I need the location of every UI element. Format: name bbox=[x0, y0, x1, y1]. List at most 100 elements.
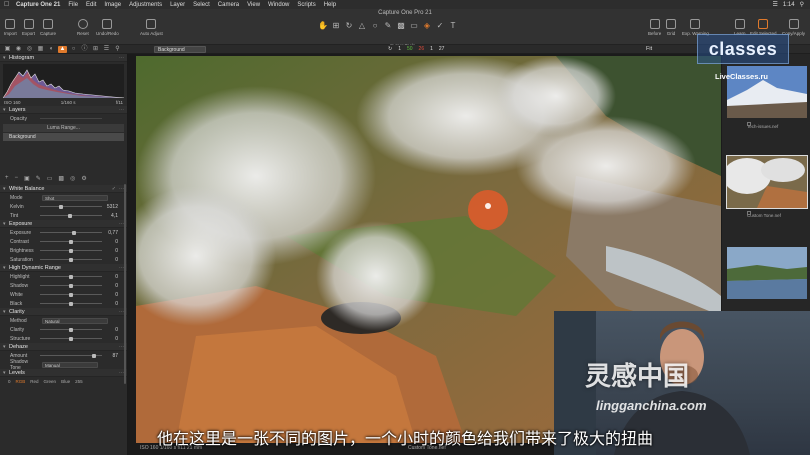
reset-button[interactable]: Reset bbox=[77, 19, 89, 36]
exposure-slider-value[interactable]: 0 bbox=[115, 257, 118, 263]
crop-tool-icon[interactable]: ⊞ bbox=[331, 21, 341, 30]
clock[interactable]: 1:14 bbox=[783, 2, 795, 8]
menu-view[interactable]: View bbox=[243, 2, 264, 8]
luma-range-button[interactable]: Luma Range... bbox=[3, 124, 124, 132]
thumbnail-2-checkbox[interactable] bbox=[747, 211, 751, 215]
white-balance-header[interactable]: ▾ White Balance ✓ ⋯ bbox=[0, 185, 127, 193]
add-layer-icon[interactable]: + bbox=[5, 175, 9, 181]
clarity-method-select[interactable]: Natural bbox=[42, 317, 108, 324]
exposure-header[interactable]: ▾ Exposure ⋯ bbox=[0, 220, 127, 228]
clarity-header[interactable]: ▾ Clarity ⋯ bbox=[0, 308, 127, 316]
brush-icon[interactable]: ✎ bbox=[36, 175, 41, 182]
details-tab-icon[interactable]: ○ bbox=[69, 46, 78, 53]
eraser-icon[interactable]: ▭ bbox=[47, 175, 53, 182]
hdr-slider-value[interactable]: 0 bbox=[115, 274, 118, 280]
tab-rgb[interactable]: RGB bbox=[16, 379, 26, 384]
remove-layer-icon[interactable]: − bbox=[15, 175, 19, 181]
pipette-tool-icon[interactable]: ✓ bbox=[435, 21, 445, 30]
hdr-slider-knob[interactable] bbox=[69, 301, 73, 306]
menu-adjustments[interactable]: Adjustments bbox=[125, 2, 166, 8]
exposure-tab-icon[interactable]: ◐ bbox=[47, 46, 56, 53]
layer-settings-icon[interactable]: ⚙ bbox=[81, 175, 86, 182]
tab-search-icon[interactable]: ⚲ bbox=[113, 46, 122, 53]
tab-red[interactable]: Red bbox=[30, 379, 38, 384]
keystone-tool-icon[interactable]: △ bbox=[357, 21, 367, 30]
menu-app[interactable]: Capture One 21 bbox=[12, 2, 64, 8]
exposure-slider-knob[interactable] bbox=[69, 257, 73, 262]
wifi-icon[interactable]: ☰ bbox=[773, 1, 778, 8]
exposure-slider-value[interactable]: 0 bbox=[115, 248, 118, 254]
hdr-slider-value[interactable]: 0 bbox=[115, 283, 118, 289]
mask-icon[interactable]: ▣ bbox=[24, 175, 30, 182]
dehaze-amount-knob[interactable] bbox=[91, 353, 96, 358]
import-button[interactable]: Import bbox=[4, 19, 17, 36]
lens-tab-icon[interactable]: ◎ bbox=[25, 46, 34, 53]
brush-tool-icon[interactable]: ✎ bbox=[383, 21, 393, 30]
before-button[interactable]: Before bbox=[648, 19, 661, 36]
apple-icon[interactable]:  bbox=[4, 1, 12, 8]
menu-help[interactable]: Help bbox=[320, 2, 340, 8]
menu-file[interactable]: File bbox=[64, 2, 82, 8]
menu-camera[interactable]: Camera bbox=[214, 2, 243, 8]
pan-tool-icon[interactable]: ✋ bbox=[318, 21, 328, 30]
undo-redo-button[interactable]: Undo/Redo bbox=[96, 19, 119, 36]
search-icon[interactable]: ⚲ bbox=[800, 1, 804, 8]
more-icon[interactable]: ⋯ bbox=[119, 55, 124, 61]
rotate-tool-icon[interactable]: ↻ bbox=[344, 21, 354, 30]
hdr-slider-knob[interactable] bbox=[69, 283, 73, 288]
exposure-slider-knob[interactable] bbox=[69, 239, 73, 244]
hdr-slider-value[interactable]: 0 bbox=[115, 292, 118, 298]
tab-blue[interactable]: Blue bbox=[61, 379, 70, 384]
dehaze-header[interactable]: ▾ Dehaze ⋯ bbox=[0, 343, 127, 351]
eraser-tool-icon[interactable]: ▭ bbox=[409, 21, 419, 30]
hdr-slider-knob[interactable] bbox=[69, 274, 73, 279]
levels-header[interactable]: ▾ Levels ⋯ bbox=[0, 369, 127, 377]
menu-layer[interactable]: Layer bbox=[166, 2, 189, 8]
layer-background[interactable]: Background bbox=[3, 133, 124, 141]
composition-tab-icon[interactable]: ▦ bbox=[36, 46, 45, 53]
color-picker-tool-icon[interactable]: ◈ bbox=[422, 21, 432, 30]
pipette-icon[interactable]: ✓ bbox=[112, 186, 116, 192]
export-button[interactable]: Export bbox=[22, 19, 35, 36]
clarity-slider-value[interactable]: 0 bbox=[115, 336, 118, 342]
spot-tool-icon[interactable]: ○ bbox=[370, 21, 380, 30]
batch-tab-icon[interactable]: ☰ bbox=[102, 46, 111, 53]
tab-green[interactable]: Green bbox=[44, 379, 57, 384]
exposure-slider-value[interactable]: 0,77 bbox=[108, 230, 118, 236]
capture-tab-icon[interactable]: ◉ bbox=[14, 46, 23, 53]
metadata-tab-icon[interactable]: ⓘ bbox=[80, 46, 89, 53]
layer-select[interactable]: Background bbox=[154, 46, 206, 53]
exposure-slider-knob[interactable] bbox=[72, 230, 77, 235]
menu-scripts[interactable]: Scripts bbox=[293, 2, 319, 8]
capture-button[interactable]: Capture bbox=[40, 19, 56, 36]
opacity-slider[interactable] bbox=[40, 118, 102, 119]
kelvin-knob[interactable] bbox=[59, 204, 63, 209]
auto-adjust-button[interactable]: Auto Adjust bbox=[140, 19, 163, 36]
radial-icon[interactable]: ◎ bbox=[70, 175, 75, 182]
library-tab-icon[interactable]: ▣ bbox=[3, 46, 12, 53]
thumbnail-2[interactable] bbox=[726, 155, 808, 209]
thumbnail-3[interactable] bbox=[727, 247, 807, 299]
output-tab-icon[interactable]: ⊞ bbox=[91, 46, 100, 53]
more-icon[interactable]: ⋯ bbox=[119, 107, 124, 113]
clarity-slider-knob[interactable] bbox=[69, 336, 73, 341]
exposure-slider-value[interactable]: 0 bbox=[115, 239, 118, 245]
menu-select[interactable]: Select bbox=[189, 2, 214, 8]
hdr-slider-value[interactable]: 0 bbox=[115, 301, 118, 307]
histogram-header[interactable]: ▾ Histogram ⋯ bbox=[0, 54, 127, 62]
menu-edit[interactable]: Edit bbox=[82, 2, 100, 8]
tint-knob[interactable] bbox=[68, 213, 72, 218]
rotate-icon[interactable]: ↻ bbox=[388, 46, 392, 52]
hdr-header[interactable]: ▾ High Dynamic Range ⋯ bbox=[0, 264, 127, 272]
grid-button[interactable]: Grid bbox=[666, 19, 676, 36]
kelvin-slider[interactable] bbox=[40, 206, 102, 207]
color-tab-icon[interactable]: ▲ bbox=[58, 45, 67, 53]
shadow-tone-select[interactable]: Manual bbox=[42, 361, 98, 368]
exposure-slider-knob[interactable] bbox=[69, 248, 73, 253]
clarity-slider-knob[interactable] bbox=[69, 327, 73, 332]
layers-header[interactable]: ▾ Layers ⋯ bbox=[0, 106, 127, 114]
thumbnail-1-checkbox[interactable] bbox=[747, 122, 751, 126]
exposure-slider-slider[interactable] bbox=[40, 232, 102, 233]
gradient-tool-icon[interactable]: ▩ bbox=[396, 21, 406, 30]
menu-image[interactable]: Image bbox=[100, 2, 125, 8]
